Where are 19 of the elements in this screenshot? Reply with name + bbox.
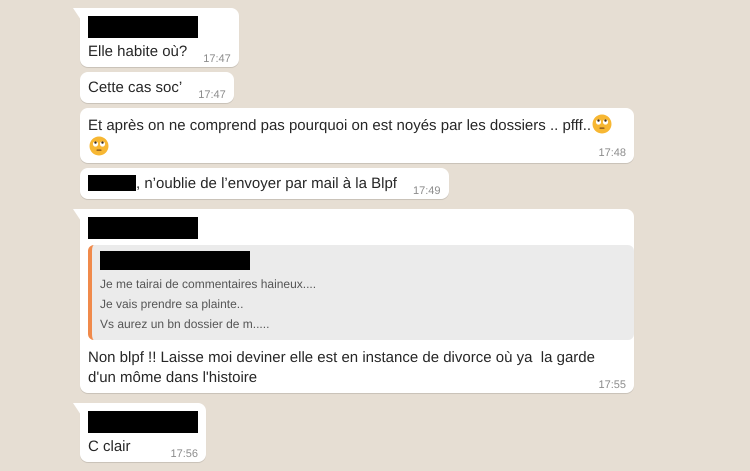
message-time: 17:49 xyxy=(412,184,441,198)
message-text: Et après on ne comprend pas pourquoi on est noyés par les dossiers .. pfff.. xyxy=(88,117,592,134)
message-text: C clair xyxy=(88,438,131,455)
eye-roll-emoji-icon xyxy=(592,114,612,134)
message-text: Cette cas soc’ xyxy=(88,79,182,96)
message-text: , n’oublie de l’envoyer par mail à la Blpf xyxy=(136,175,397,192)
message-time: 17:56 xyxy=(170,447,198,461)
quoted-message[interactable]: Je me tairai de commentaires haineux.... Je vais prendre sa plainte.. Vs aurez un bn dossier de m..... xyxy=(88,245,634,340)
message-text: Non blpf !! Laisse moi deviner elle est en instance de divorce où ya la garde d'un môme dans l'histoire xyxy=(88,349,596,386)
quoted-text: Je me tairai de commentaires haineux.... xyxy=(100,276,318,293)
quoted-text: Je vais prendre sa plainte.. xyxy=(100,296,244,313)
message-time: 17:55 xyxy=(598,378,626,392)
eye-roll-emoji-icon xyxy=(89,136,109,156)
message-time: 17:47 xyxy=(203,52,231,66)
message-time: 17:47 xyxy=(198,88,226,102)
quoted-text: Vs aurez un bn dossier de m..... xyxy=(100,316,270,333)
message-time: 17:48 xyxy=(598,146,626,160)
message-text: Elle habite où? xyxy=(88,43,188,60)
redaction-bar xyxy=(88,175,136,191)
